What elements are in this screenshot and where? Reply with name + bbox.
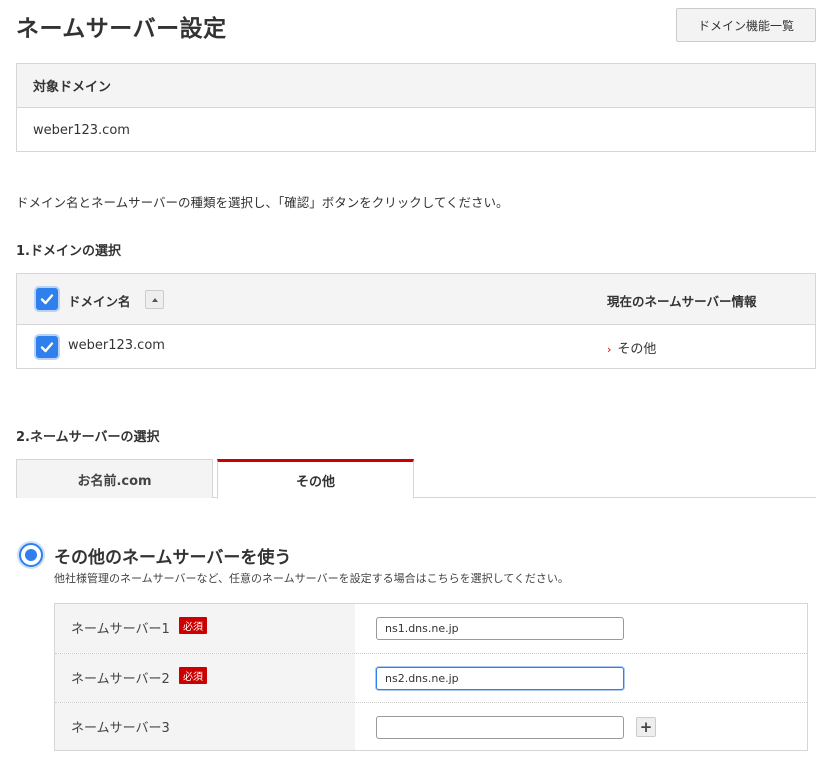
- nameserver-row-3: ネームサーバー3 +: [55, 702, 807, 750]
- domain-table: ドメイン名 現在のネームサーバー情報 weber123.com › その他: [16, 273, 816, 369]
- sort-up-icon: [151, 297, 158, 302]
- row-checkbox[interactable]: [36, 336, 58, 358]
- nameserver-tabs: お名前.com その他: [16, 459, 816, 499]
- target-domain-header: 対象ドメイン: [17, 64, 815, 108]
- table-row: weber123.com › その他: [17, 325, 815, 368]
- nameserver-3-input[interactable]: [376, 716, 624, 739]
- instructions-text: ドメイン名とネームサーバーの種類を選択し、「確認」ボタンをクリックしてください。: [16, 195, 509, 210]
- sort-button[interactable]: [145, 290, 164, 309]
- use-other-ns-description: 他社様管理のネームサーバーなど、任意のネームサーバーを設定する場合はこちらを選択…: [54, 572, 569, 585]
- tab-other[interactable]: その他: [217, 459, 414, 499]
- row-current-ns-link[interactable]: › その他: [607, 338, 656, 357]
- radio-dot: [25, 549, 37, 561]
- use-other-ns-radio[interactable]: [19, 543, 43, 567]
- col-current-ns: 現在のネームサーバー情報: [607, 294, 757, 309]
- nameserver-row-2: ネームサーバー2 必須: [55, 653, 807, 702]
- nameserver-2-input[interactable]: [376, 667, 624, 690]
- target-domain-box: 対象ドメイン weber123.com: [16, 63, 816, 152]
- page-title: ネームサーバー設定: [16, 16, 227, 42]
- plus-icon: +: [639, 718, 653, 736]
- nameserver-3-label: ネームサーバー3: [71, 721, 170, 736]
- nameserver-row-1: ネームサーバー1 必須: [55, 604, 807, 653]
- section-domain-select-title: 1.ドメインの選択: [16, 244, 121, 259]
- tab-onamae[interactable]: お名前.com: [16, 459, 213, 498]
- target-domain-value: weber123.com: [33, 122, 130, 138]
- nameserver-1-label: ネームサーバー1: [71, 622, 170, 637]
- col-domain-name: ドメイン名: [68, 294, 131, 309]
- checkmark-icon: [40, 342, 54, 353]
- select-all-checkbox[interactable]: [36, 288, 58, 310]
- nameserver-1-input[interactable]: [376, 617, 624, 640]
- chevron-right-icon: ›: [607, 343, 612, 356]
- domain-functions-button[interactable]: ドメイン機能一覧: [676, 8, 816, 42]
- section-nameserver-select-title: 2.ネームサーバーの選択: [16, 430, 160, 445]
- use-other-ns-label[interactable]: その他のネームサーバーを使う: [54, 543, 291, 568]
- required-badge: 必須: [179, 617, 207, 634]
- domain-table-header: ドメイン名 現在のネームサーバー情報: [17, 274, 815, 325]
- checkmark-icon: [40, 294, 54, 305]
- row-domain-name: weber123.com: [68, 338, 165, 353]
- nameserver-2-label: ネームサーバー2: [71, 672, 170, 687]
- add-nameserver-button[interactable]: +: [636, 717, 656, 737]
- nameserver-table: ネームサーバー1 必須 ネームサーバー2 必須 ネームサーバー3 +: [54, 603, 808, 751]
- required-badge: 必須: [179, 667, 207, 684]
- row-current-ns: その他: [617, 342, 657, 357]
